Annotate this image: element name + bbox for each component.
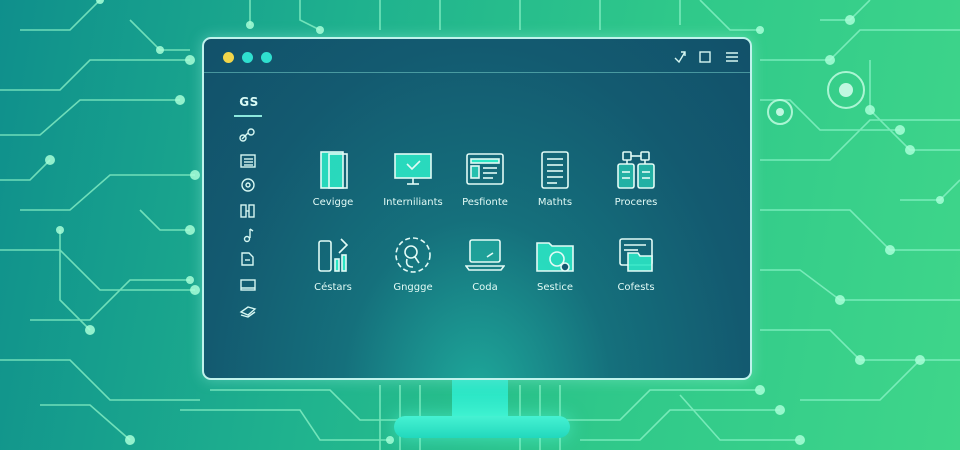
list-icon[interactable] <box>238 153 258 169</box>
monitor-icon <box>394 153 432 185</box>
maximize-icon[interactable] <box>697 49 713 65</box>
folder-card-icon <box>619 238 653 272</box>
app-label: Proceres <box>614 197 658 208</box>
tools-icon <box>318 238 349 272</box>
sidebar-logo: GS <box>239 95 259 109</box>
sidebar-logo-underline <box>234 115 262 117</box>
document-icon[interactable] <box>238 251 258 267</box>
music-icon[interactable] <box>238 227 258 243</box>
title-bar <box>204 39 750 73</box>
document-list-icon <box>541 151 569 189</box>
files-icon <box>320 151 348 189</box>
dial-icon[interactable] <box>238 177 258 193</box>
menu-icon[interactable] <box>724 49 740 65</box>
window-dot-cyan[interactable] <box>242 52 253 63</box>
monitor-stand-base <box>394 416 570 438</box>
app-cofests[interactable]: Cofests <box>588 235 684 315</box>
dashboard-icon <box>466 153 504 185</box>
app-proceres[interactable]: Proceres <box>588 150 684 230</box>
link-icon[interactable] <box>238 127 258 143</box>
app-label: Cofests <box>617 282 655 293</box>
restore-icon[interactable] <box>672 49 688 65</box>
grid-icon[interactable] <box>238 203 258 219</box>
window-icon[interactable] <box>238 277 258 293</box>
laptop-icon <box>465 239 505 271</box>
magnifier-circle-icon <box>395 237 431 273</box>
folder-search-icon <box>536 242 574 272</box>
app-window: GS Cevigge Interniliants Pesfionte Matht… <box>202 37 752 380</box>
window-dot-cyan-2[interactable] <box>261 52 272 63</box>
window-dot-yellow[interactable] <box>223 52 234 63</box>
layers-icon[interactable] <box>238 303 258 319</box>
network-icon <box>617 151 655 189</box>
